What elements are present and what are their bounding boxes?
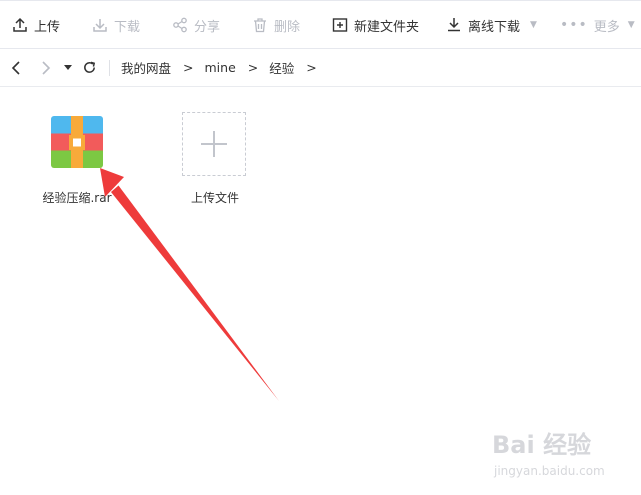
annotation-arrow xyxy=(100,168,279,401)
baidu-watermark: Bai 经验 jingyan.baidu.com xyxy=(492,431,605,478)
watermark-url: jingyan.baidu.com xyxy=(493,464,605,478)
watermark-brand: Bai 经验 xyxy=(492,431,591,459)
